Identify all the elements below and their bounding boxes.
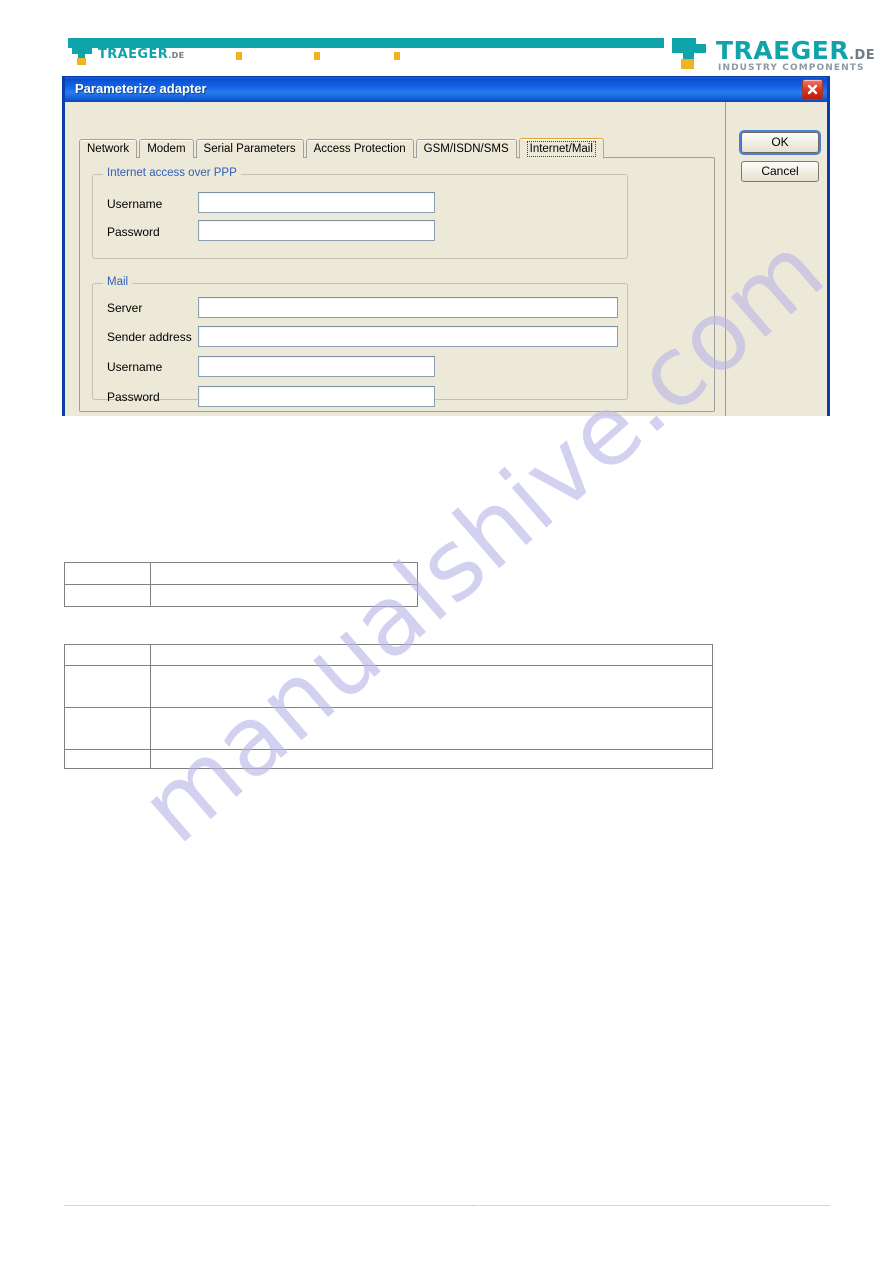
table-one-r0c1 [150, 562, 418, 585]
ppp-username-label: Username [107, 197, 163, 211]
tab-network-label: Network [87, 143, 130, 155]
traeger-mark-icon [72, 46, 92, 65]
dialog-panel-divider [725, 102, 726, 416]
accent-dot-1 [236, 52, 242, 60]
close-icon [807, 84, 818, 95]
mail-server-label: Server [107, 301, 143, 315]
mail-sender-address-input[interactable] [198, 326, 618, 347]
table-row [64, 562, 418, 585]
table-two-r3c0 [64, 749, 151, 769]
table-row [64, 665, 713, 708]
mail-username-label: Username [107, 360, 163, 374]
table-one [64, 562, 418, 607]
tab-access-protection-label: Access Protection [313, 143, 406, 155]
table-two [64, 644, 713, 769]
mail-password-input[interactable] [198, 386, 435, 407]
table-two-r1c1 [150, 665, 713, 708]
mail-password-label: Password [107, 390, 160, 404]
tab-network[interactable]: Network [79, 139, 138, 158]
table-two-r2c1 [150, 707, 713, 750]
dialog-titlebar[interactable]: Parameterize adapter [65, 76, 827, 102]
mail-username-input[interactable] [198, 356, 435, 377]
tab-serial-parameters-label: Serial Parameters [203, 143, 296, 155]
ppp-username-field[interactable] [199, 193, 434, 212]
tab-modem-label: Modem [147, 143, 186, 155]
tab-modem[interactable]: Modem [139, 139, 194, 158]
table-one-r1c0 [64, 584, 151, 607]
group-internet-access-ppp-title: Internet access over PPP [103, 167, 241, 179]
accent-dot-3 [394, 52, 400, 60]
traeger-name-large: TRAEGER [716, 36, 850, 65]
mail-password-field[interactable] [199, 387, 434, 406]
traeger-logo-small: TRAEGER.DE [72, 46, 184, 65]
group-mail: Mail Server Sender address Username Pass… [92, 276, 628, 407]
footer-rule [64, 1204, 830, 1207]
tab-access-protection[interactable]: Access Protection [305, 139, 414, 158]
table-one-r0c0 [64, 562, 151, 585]
group-mail-title: Mail [103, 276, 133, 288]
tab-strip: Network Modem Serial Parameters Access P… [79, 138, 606, 159]
tab-internet-mail-label: Internet/Mail [526, 140, 596, 157]
ppp-password-label: Password [107, 225, 160, 239]
table-row [64, 749, 713, 769]
table-row [64, 584, 418, 607]
table-two-r2c0 [64, 707, 151, 750]
mail-server-field[interactable] [199, 298, 617, 317]
cancel-button[interactable]: Cancel [741, 161, 819, 182]
traeger-wordmark-large: TRAEGER.DE [716, 36, 875, 65]
page-root: TRAEGER.DE TRAEGER.DE INDUSTRY COMPONENT… [0, 0, 893, 1263]
table-two-r3c1 [150, 749, 713, 769]
table-row [64, 707, 713, 750]
tab-gsm-isdn-sms[interactable]: GSM/ISDN/SMS [415, 139, 517, 158]
traeger-tagline: INDUSTRY COMPONENTS [718, 63, 865, 73]
traeger-suffix-small: .DE [168, 51, 185, 60]
ppp-password-field[interactable] [199, 221, 434, 240]
table-one-r1c1 [150, 584, 418, 607]
traeger-name-small: TRAEGER [98, 47, 169, 62]
mail-sender-address-label: Sender address [107, 330, 192, 344]
mail-sender-address-field[interactable] [199, 327, 617, 346]
traeger-mark-large-icon [672, 40, 706, 69]
ok-button[interactable]: OK [739, 130, 821, 155]
group-internet-access-ppp: Internet access over PPP Username Passwo… [92, 167, 628, 259]
table-row [64, 644, 713, 666]
dialog-body: Network Modem Serial Parameters Access P… [65, 102, 827, 416]
dialog-title: Parameterize adapter [75, 81, 207, 96]
table-two-r0c0 [64, 644, 151, 666]
tab-serial-parameters[interactable]: Serial Parameters [195, 139, 304, 158]
mail-server-input[interactable] [198, 297, 618, 318]
tab-internet-mail[interactable]: Internet/Mail [518, 138, 604, 159]
traeger-wordmark-small: TRAEGER.DE [98, 47, 185, 62]
traeger-suffix-large: .DE [849, 48, 876, 63]
parameterize-adapter-dialog: Parameterize adapter Network Modem Seria… [62, 76, 830, 416]
tab-page-internet-mail: Internet access over PPP Username Passwo… [79, 157, 715, 412]
mail-username-field[interactable] [199, 357, 434, 376]
table-two-r1c0 [64, 665, 151, 708]
brand-header: TRAEGER.DE TRAEGER.DE INDUSTRY COMPONENT… [0, 0, 893, 76]
close-button[interactable] [802, 79, 823, 100]
ppp-username-input[interactable] [198, 192, 435, 213]
table-two-r0c1 [150, 644, 713, 666]
tab-gsm-isdn-sms-label: GSM/ISDN/SMS [423, 143, 509, 155]
accent-dot-2 [314, 52, 320, 60]
dialog-button-panel: OK Cancel [739, 130, 821, 190]
ppp-password-input[interactable] [198, 220, 435, 241]
